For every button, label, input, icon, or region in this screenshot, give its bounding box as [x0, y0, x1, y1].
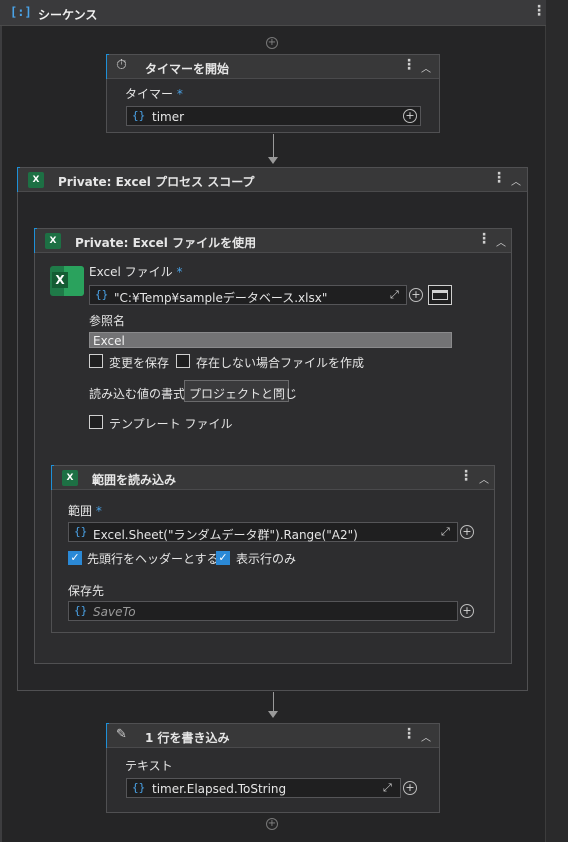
first-row-header-label: 先頭行をヘッダーとする [87, 552, 219, 566]
range-input[interactable]: {} Excel.Sheet("ランダムデータ群").Range("A2") ⤢ [68, 522, 458, 542]
text-input-value: timer.Elapsed.ToString [152, 782, 287, 796]
timer-field-label: タイマー * [125, 87, 183, 101]
pen-icon: ✎ [116, 727, 127, 742]
start-timer-collapse-icon[interactable]: ︿ [421, 60, 431, 75]
save-to-input[interactable]: {} SaveTo [68, 601, 458, 621]
expression-brace-icon: {} [132, 109, 146, 122]
excel-file-add-icon[interactable]: + [409, 288, 423, 302]
save-changes-checkbox[interactable] [89, 354, 103, 368]
save-changes-label: 変更を保存 [109, 356, 170, 370]
expand-editor-icon[interactable]: ⤢ [441, 525, 450, 539]
range-value: Excel.Sheet("ランダムデータ群").Range("A2") [93, 528, 358, 542]
timer-add-icon[interactable]: + [403, 109, 417, 123]
use-excel-header[interactable]: X Private: Excel ファイルを使用 ⋮ ︿ [35, 229, 511, 253]
start-timer-activity[interactable]: ⏱ タイマーを開始 ⋮ ︿ タイマー * {} timer + [106, 54, 440, 133]
expression-brace-icon: {} [74, 604, 88, 617]
excel-icon: X [28, 172, 44, 188]
add-activity-icon-bottom[interactable]: + [266, 818, 278, 830]
text-input[interactable]: {} timer.Elapsed.ToString ⤢ [126, 778, 401, 798]
excel-file-label: Excel ファイル * [89, 265, 183, 279]
excel-icon: X [45, 233, 61, 249]
sequence-left-border [0, 26, 2, 842]
expression-brace-icon: {} [132, 781, 146, 794]
sequence-menu-icon[interactable]: ⋮ [532, 3, 546, 19]
reference-name-value: Excel [93, 334, 125, 348]
write-line-title: 1 行を書き込み [145, 731, 230, 745]
use-excel-menu-icon[interactable]: ⋮ [477, 231, 491, 247]
timer-input-value: timer [152, 110, 185, 124]
stopwatch-icon: ⏱ [116, 57, 127, 73]
excel-file-input[interactable]: {} "C:¥Temp¥sampleデータベース.xlsx" ⤢ [89, 285, 407, 305]
read-range-collapse-icon[interactable]: ︿ [479, 471, 489, 486]
flow-connector [273, 692, 274, 712]
save-to-label: 保存先 [68, 584, 105, 598]
visible-rows-only-checkbox[interactable]: ✓ [216, 551, 230, 565]
start-timer-menu-icon[interactable]: ⋮ [402, 57, 416, 73]
browse-folder-icon[interactable] [428, 285, 452, 305]
expression-brace-icon: {} [95, 288, 109, 301]
read-range-menu-icon[interactable]: ⋮ [459, 468, 473, 484]
expression-brace-icon: {} [74, 525, 88, 538]
start-timer-title: タイマーを開始 [145, 62, 230, 76]
write-line-activity[interactable]: ✎ 1 行を書き込み ⋮ ︿ テキスト {} timer.Elapsed.ToS… [106, 723, 440, 813]
range-add-icon[interactable]: + [460, 525, 474, 539]
first-row-header-checkbox[interactable]: ✓ [68, 551, 82, 565]
save-to-placeholder: SaveTo [93, 605, 136, 619]
excel-large-icon: X [50, 266, 84, 296]
template-file-checkbox[interactable] [89, 415, 103, 429]
write-line-collapse-icon[interactable]: ︿ [421, 729, 431, 744]
chevron-down-icon: ⌄ [274, 381, 285, 395]
create-if-missing-label: 存在しない場合ファイルを作成 [196, 356, 365, 370]
expand-editor-icon[interactable]: ⤢ [390, 288, 399, 302]
excel-scope-title: Private: Excel プロセス スコープ [58, 175, 255, 189]
save-to-add-icon[interactable]: + [460, 604, 474, 618]
use-excel-title: Private: Excel ファイルを使用 [75, 236, 257, 250]
excel-scope-header[interactable]: X Private: Excel プロセス スコープ ⋮ ︿ [18, 168, 527, 192]
expand-editor-icon[interactable]: ⤢ [383, 781, 392, 795]
write-line-menu-icon[interactable]: ⋮ [402, 726, 416, 742]
read-range-header[interactable]: X 範囲を読み込み ⋮ ︿ [52, 466, 494, 490]
reference-name-label: 参照名 [89, 314, 126, 328]
template-file-label: テンプレート ファイル [109, 417, 233, 431]
sequence-title: シーケンス [38, 8, 98, 22]
sequence-header[interactable]: [:] シーケンス ⋮ [0, 0, 546, 26]
read-format-label: 読み込む値の書式 [89, 387, 186, 401]
visible-rows-only-label: 表示行のみ [236, 552, 297, 566]
create-if-missing-checkbox[interactable] [176, 354, 190, 368]
sequence-icon: [:] [10, 5, 32, 19]
excel-scope-collapse-icon[interactable]: ︿ [511, 173, 521, 188]
read-range-activity[interactable]: X 範囲を読み込み ⋮ ︿ 範囲 * {} Excel.Sheet("ランダムデ… [51, 465, 495, 633]
excel-icon: X [62, 470, 78, 486]
use-excel-collapse-icon[interactable]: ︿ [496, 234, 506, 249]
excel-file-value: "C:¥Temp¥sampleデータベース.xlsx" [114, 291, 328, 305]
range-label: 範囲 * [68, 504, 102, 518]
text-field-label: テキスト [125, 759, 173, 773]
text-add-icon[interactable]: + [403, 781, 417, 795]
start-timer-header[interactable]: ⏱ タイマーを開始 ⋮ ︿ [107, 55, 439, 79]
reference-name-input[interactable]: Excel [89, 332, 452, 348]
write-line-header[interactable]: ✎ 1 行を書き込み ⋮ ︿ [107, 724, 439, 748]
timer-input[interactable]: {} timer [126, 106, 421, 126]
read-format-dropdown[interactable]: プロジェクトと同じ ⌄ [184, 380, 297, 402]
add-activity-icon-top[interactable]: + [266, 37, 278, 49]
flow-connector [273, 134, 274, 158]
flow-arrowhead [268, 157, 278, 164]
excel-scope-menu-icon[interactable]: ⋮ [492, 170, 506, 186]
flow-arrowhead [268, 711, 278, 718]
read-range-title: 範囲を読み込み [92, 473, 177, 487]
